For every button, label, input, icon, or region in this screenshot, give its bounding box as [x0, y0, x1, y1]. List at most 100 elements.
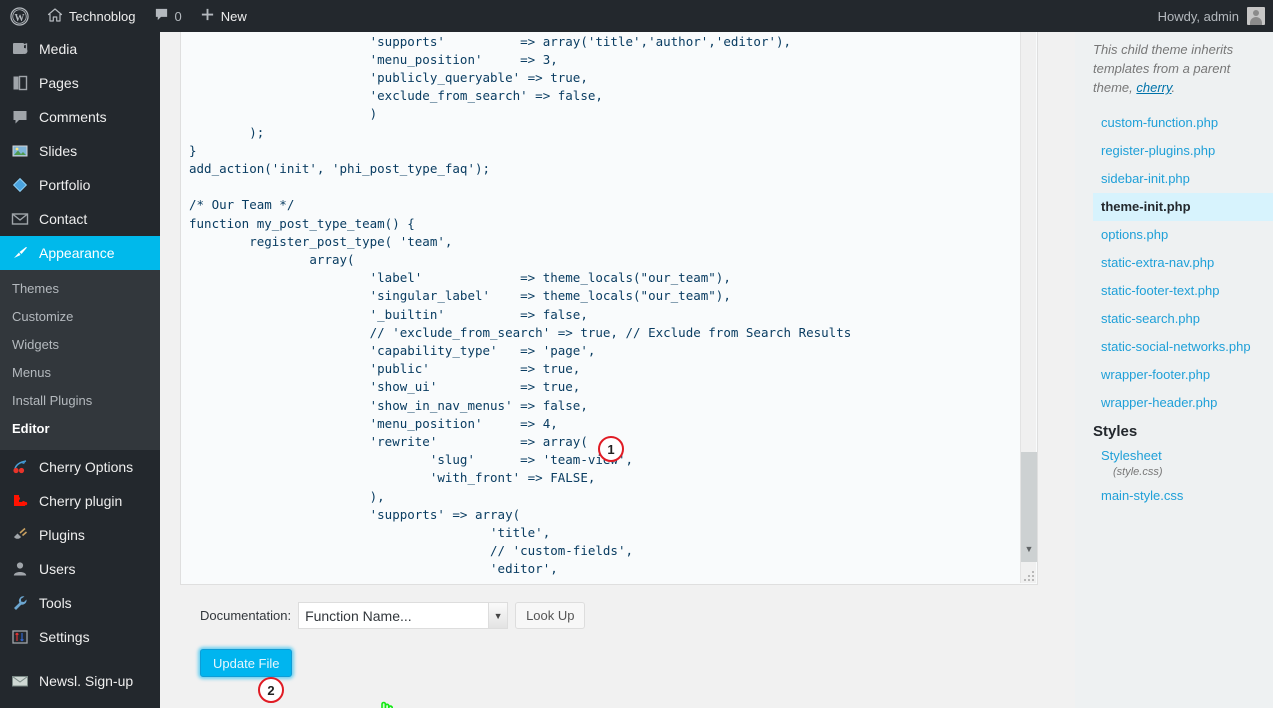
documentation-select-value: Function Name... — [305, 607, 412, 624]
template-file-list: custom-function.php register-plugins.php… — [1093, 109, 1273, 417]
look-up-button[interactable]: Look Up — [515, 602, 586, 629]
sidebar-item-newsletter-signup[interactable]: Newsl. Sign-up — [0, 664, 160, 698]
plus-icon — [200, 7, 215, 25]
media-icon — [10, 39, 30, 59]
template-file-theme-init[interactable]: theme-init.php — [1093, 193, 1273, 221]
wordpress-admin-screen: W Technoblog 0 New Howdy, admin Media Pa… — [0, 0, 1273, 708]
annotation-marker-2: 2 — [258, 677, 284, 703]
template-file-static-extra-nav[interactable]: static-extra-nav.php — [1093, 249, 1273, 277]
resize-grip-icon[interactable] — [1024, 571, 1035, 582]
list-item: wrapper-header.php — [1093, 389, 1273, 417]
template-file-options[interactable]: options.php — [1093, 221, 1273, 249]
sidebar-item-pages[interactable]: Pages — [0, 66, 160, 100]
list-item: static-extra-nav.php — [1093, 249, 1273, 277]
theme-editor-form: 'supports' => array('title','author','ed… — [180, 32, 1055, 708]
sidebar-item-media[interactable]: Media — [0, 32, 160, 66]
child-theme-note-suffix: . — [1171, 80, 1176, 95]
user-icon — [10, 559, 30, 579]
sidebar-item-cherry-options[interactable]: Cherry Options — [0, 450, 160, 484]
cherry-icon — [10, 457, 30, 477]
submenu-item-customize[interactable]: Customize — [0, 303, 160, 331]
submenu-item-install-plugins[interactable]: Install Plugins — [0, 387, 160, 415]
code-editor-scrollbar[interactable]: ▼ — [1020, 32, 1037, 583]
new-content-menu[interactable]: New — [191, 0, 256, 32]
template-file-static-social-networks[interactable]: static-social-networks.php — [1093, 333, 1273, 361]
contact-envelope-icon — [10, 209, 30, 229]
template-file-sidebar-init[interactable]: sidebar-init.php — [1093, 165, 1273, 193]
template-file-custom-function[interactable]: custom-function.php — [1093, 109, 1273, 137]
update-file-button[interactable]: Update File — [200, 649, 293, 677]
svg-text:W: W — [15, 12, 25, 23]
code-editor-textarea[interactable]: 'supports' => array('title','author','ed… — [180, 32, 1038, 585]
sidebar-item-label: Cherry plugin — [39, 493, 123, 509]
comments-bubble-button[interactable]: 0 — [145, 0, 191, 32]
sidebar-item-contact[interactable]: Contact — [0, 202, 160, 236]
template-file-wrapper-footer[interactable]: wrapper-footer.php — [1093, 361, 1273, 389]
submenu-item-editor[interactable]: Editor — [0, 415, 160, 443]
list-item: static-footer-text.php — [1093, 277, 1273, 305]
new-label: New — [220, 8, 247, 24]
wordpress-logo-icon[interactable]: W — [0, 0, 38, 32]
documentation-row: Documentation: Function Name... ▼ Look U… — [200, 602, 586, 629]
template-file-static-search[interactable]: static-search.php — [1093, 305, 1273, 333]
documentation-select[interactable]: Function Name... ▼ — [298, 602, 509, 629]
chevron-down-icon[interactable]: ▼ — [1021, 541, 1037, 557]
sidebar-item-label: Appearance — [39, 245, 115, 261]
list-item: custom-function.php — [1093, 109, 1273, 137]
code-editor-content: 'supports' => array('title','author','ed… — [189, 33, 852, 577]
sidebar-item-label: Users — [39, 561, 76, 577]
sidebar-item-appearance[interactable]: Appearance — [0, 236, 160, 270]
update-file-label: Update File — [213, 655, 280, 671]
hand-pointer-cursor — [376, 699, 398, 708]
child-theme-note: This child theme inherits templates from… — [1093, 40, 1265, 97]
site-name-menu[interactable]: Technoblog — [38, 0, 145, 32]
submenu-item-menus[interactable]: Menus — [0, 359, 160, 387]
parent-theme-link[interactable]: cherry — [1136, 80, 1171, 95]
admin-sidebar-menu: Media Pages Comments Slides Portfolio Co… — [0, 32, 160, 708]
list-item: sidebar-init.php — [1093, 165, 1273, 193]
comments-icon — [10, 107, 30, 127]
style-file-list: Stylesheet (style.css) main-style.css — [1093, 442, 1273, 510]
sidebar-item-cherry-plugin[interactable]: Cherry plugin — [0, 484, 160, 518]
site-name-label: Technoblog — [69, 8, 136, 24]
sidebar-item-plugins[interactable]: Plugins — [0, 518, 160, 552]
sidebar-item-users[interactable]: Users — [0, 552, 160, 586]
main-content: 'supports' => array('title','author','ed… — [160, 32, 1273, 708]
template-file-wrapper-header[interactable]: wrapper-header.php — [1093, 389, 1273, 417]
sidebar-item-label: Plugins — [39, 527, 85, 543]
pages-icon — [10, 73, 30, 93]
sidebar-item-label: Slides — [39, 143, 78, 159]
submenu-item-widgets[interactable]: Widgets — [0, 331, 160, 359]
sidebar-item-slides[interactable]: Slides — [0, 134, 160, 168]
chevron-down-icon[interactable]: ▼ — [488, 603, 508, 628]
sidebar-item-portfolio[interactable]: Portfolio — [0, 168, 160, 202]
list-item: Stylesheet (style.css) — [1093, 442, 1273, 478]
style-file-stylesheet-filename: (style.css) — [1113, 466, 1163, 478]
annotation-marker-1: 1 — [598, 436, 624, 462]
sidebar-item-label: Media — [39, 41, 78, 57]
sidebar-item-tools[interactable]: Tools — [0, 586, 160, 620]
list-item: wrapper-footer.php — [1093, 361, 1273, 389]
template-file-register-plugins[interactable]: register-plugins.php — [1093, 137, 1273, 165]
list-item: register-plugins.php — [1093, 137, 1273, 165]
style-file-main-style[interactable]: main-style.css — [1093, 482, 1273, 510]
submenu-item-themes[interactable]: Themes — [0, 275, 160, 303]
comments-count: 0 — [174, 8, 182, 24]
appearance-brush-icon — [10, 243, 30, 263]
admin-bar: W Technoblog 0 New Howdy, admin — [0, 0, 1273, 32]
sidebar-item-settings[interactable]: Settings — [0, 620, 160, 654]
my-account-menu[interactable]: Howdy, admin — [1158, 7, 1273, 25]
portfolio-diamond-icon — [10, 175, 30, 195]
sidebar-item-label: Contact — [39, 211, 88, 227]
sidebar-item-label: Pages — [39, 75, 79, 91]
template-file-static-footer-text[interactable]: static-footer-text.php — [1093, 277, 1273, 305]
appearance-submenu: Themes Customize Widgets Menus Install P… — [0, 270, 160, 450]
avatar — [1247, 7, 1265, 25]
list-item: main-style.css — [1093, 482, 1273, 510]
sidebar-item-label: Settings — [39, 629, 90, 645]
sidebar-item-label: Newsl. Sign-up — [39, 673, 134, 689]
sidebar-item-label: Portfolio — [39, 177, 91, 193]
slides-image-icon — [10, 141, 30, 161]
documentation-label: Documentation: — [200, 608, 292, 623]
sidebar-item-comments[interactable]: Comments — [0, 100, 160, 134]
